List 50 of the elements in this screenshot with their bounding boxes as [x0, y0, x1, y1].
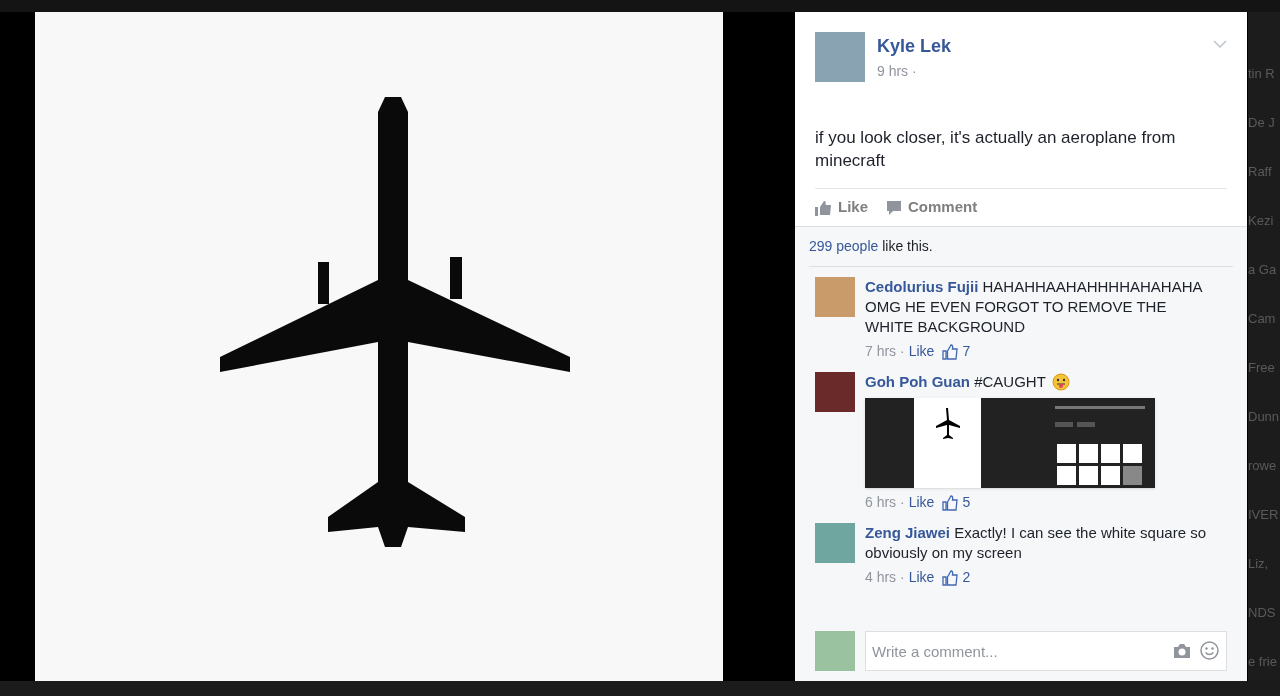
- contact-name: IVER: [1248, 506, 1279, 524]
- likes-link[interactable]: 299 people: [809, 238, 879, 254]
- contact-name: Raff: [1248, 163, 1272, 181]
- like-count: 7: [962, 342, 971, 361]
- contact-name: Cam: [1248, 310, 1276, 328]
- avatar: [815, 32, 865, 82]
- thumbs-up-icon: [942, 343, 959, 360]
- likes-summary: 299 people like this.: [809, 237, 933, 256]
- like-link[interactable]: Like: [908, 341, 935, 362]
- camera-icon[interactable]: [1172, 642, 1192, 659]
- author-name[interactable]: Kyle Lek: [877, 34, 1201, 58]
- comment-button[interactable]: Comment: [886, 196, 978, 219]
- avatar: [815, 372, 855, 412]
- comment-time: 7 hrs ·: [865, 342, 905, 361]
- contact-name: De J: [1248, 114, 1275, 132]
- comment-time: 4 hrs ·: [865, 568, 905, 587]
- like-button[interactable]: Like: [815, 196, 868, 219]
- contact-name: rowe: [1248, 457, 1277, 475]
- contact-name: Dunn: [1248, 408, 1280, 426]
- like-count: 2: [962, 568, 971, 587]
- thumbs-up-icon: [942, 494, 959, 511]
- like-link[interactable]: Like: [908, 567, 935, 588]
- commenter-name[interactable]: Goh Poh Guan: [865, 373, 970, 390]
- comment-field[interactable]: Write a comment...: [865, 631, 1227, 671]
- avatar: [815, 277, 855, 317]
- comment-text: Cedolurius Fujii HAHAHHAAHAHHHHAHAHAHA OMG HE EVEN FORGOT TO REMOVE THE WHITE BACKGROUND: [865, 277, 1204, 337]
- commenter-name[interactable]: Zeng Jiawei: [865, 524, 951, 541]
- chevron-down-icon[interactable]: [1213, 40, 1227, 49]
- contact-name: tin R: [1248, 65, 1275, 83]
- comment-text: Goh Poh Guan #CAUGHT: [865, 372, 1046, 392]
- contact-name: Liz,: [1248, 555, 1269, 573]
- contact-name: a Ga: [1248, 261, 1277, 279]
- tongue-out-emoji-icon: [1051, 373, 1070, 391]
- comment-time: 6 hrs ·: [865, 493, 905, 512]
- contact-name: e frie: [1248, 653, 1277, 671]
- like-link[interactable]: Like: [908, 492, 935, 513]
- post-time: 9 hrs ·: [877, 62, 918, 81]
- avatar: [815, 631, 855, 671]
- avatar: [815, 523, 855, 563]
- contact-name: NDS: [1248, 604, 1276, 622]
- smiley-icon[interactable]: [1200, 641, 1219, 660]
- contact-name: Kezi: [1248, 212, 1274, 230]
- post-text: if you look closer, it's actually an aeroplane from minecraft: [815, 127, 1177, 172]
- thumbs-up-icon: [815, 199, 832, 216]
- comment-text: Zeng Jiawei Exactly! I can see the white square so obviously on my screen: [865, 523, 1207, 563]
- like-count: 5: [962, 493, 971, 512]
- contact-name: Free: [1248, 359, 1275, 377]
- thumbs-up-icon: [942, 569, 959, 586]
- commenter-name[interactable]: Cedolurius Fujii: [865, 278, 979, 295]
- speech-bubble-icon: [886, 199, 902, 216]
